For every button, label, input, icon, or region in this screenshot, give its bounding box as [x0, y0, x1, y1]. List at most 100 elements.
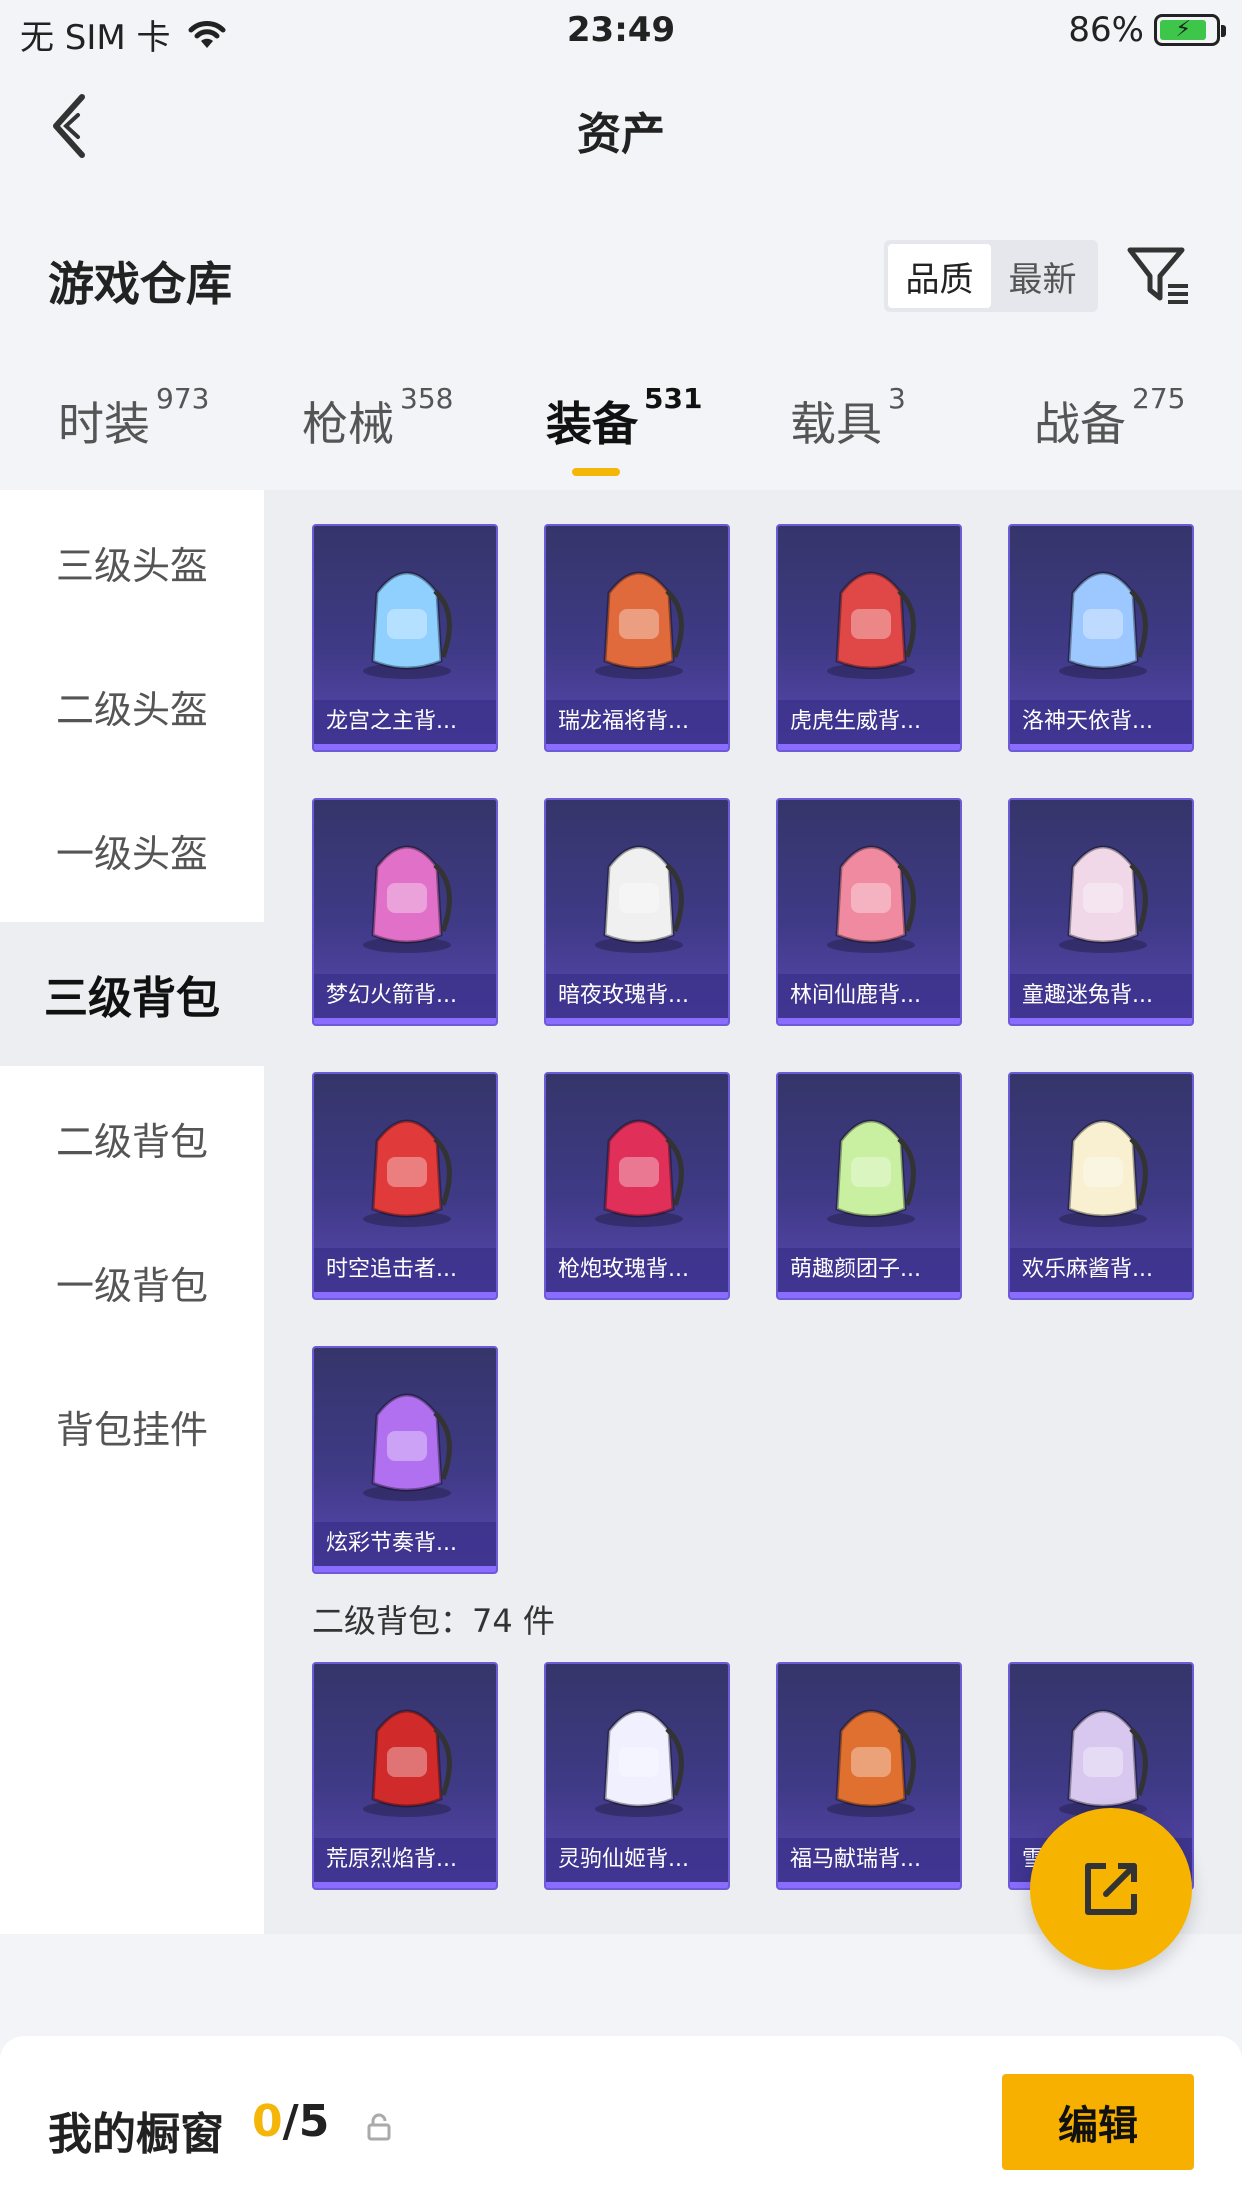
- rarity-bar: [1010, 1018, 1192, 1024]
- green-dumpling-backpack-icon: [778, 1074, 960, 1258]
- item-card[interactable]: 枪炮玫瑰背...: [544, 1072, 730, 1300]
- rarity-bar: [778, 1882, 960, 1888]
- sidebar-item-helmet-lv2[interactable]: 二级头盔: [0, 634, 264, 778]
- pink-rocket-backpack-icon: [314, 800, 496, 984]
- category-tabs: 时装 973 枪械 358 装备 531 载具 3 战备 275: [0, 382, 1242, 488]
- item-name: 虎虎生威背...: [778, 700, 960, 744]
- showcase-title: 我的橱窗: [48, 2109, 224, 2160]
- purple-graffiti-backpack-icon: [314, 1348, 496, 1532]
- item-name: 时空追击者...: [314, 1248, 496, 1292]
- blue-white-ribbon-backpack-icon: [1010, 526, 1192, 710]
- sidebar-item-helmet-lv3[interactable]: 三级头盔: [0, 490, 264, 634]
- item-name: 萌趣颜团子...: [778, 1248, 960, 1292]
- checkered-rabbit-backpack-icon: [1010, 800, 1192, 984]
- rarity-bar: [314, 1882, 496, 1888]
- page-title: 资产: [577, 109, 665, 160]
- rarity-bar: [546, 744, 728, 750]
- item-card[interactable]: 洛神天依背...: [1008, 524, 1194, 752]
- share-external-icon: [1085, 1863, 1137, 1915]
- warehouse-title: 游戏仓库: [48, 257, 232, 311]
- rarity-bar: [1010, 744, 1192, 750]
- tab-label: 枪械: [302, 397, 394, 451]
- tab-label: 战备: [1034, 397, 1126, 451]
- item-name: 福马献瑞背...: [778, 1838, 960, 1882]
- item-name: 童趣迷兔背...: [1010, 974, 1192, 1018]
- item-card[interactable]: 欢乐麻酱背...: [1008, 1072, 1194, 1300]
- red-dragon-armor-backpack-icon: [546, 526, 728, 710]
- rarity-bar: [778, 744, 960, 750]
- item-card[interactable]: 炫彩节奏背...: [312, 1346, 498, 1574]
- lock-icon: [367, 2113, 391, 2141]
- edit-button[interactable]: 编辑: [1002, 2074, 1194, 2170]
- rarity-bar: [778, 1018, 960, 1024]
- rarity-bar: [546, 1018, 728, 1024]
- item-card[interactable]: 时空追击者...: [312, 1072, 498, 1300]
- status-bar: 无 SIM 卡 23:49 86% ⚡: [0, 0, 1242, 62]
- blue-gold-staff-backpack-icon: [314, 526, 496, 710]
- battery-percent: 86%: [1068, 10, 1144, 50]
- red-rose-backpack-icon: [546, 1074, 728, 1258]
- item-name: 灵驹仙姬背...: [546, 1838, 728, 1882]
- section-label-backpack-lv2: 二级背包：74 件: [312, 1602, 555, 1640]
- showcase-count: 0/5: [252, 2096, 329, 2147]
- tab-combat-gear[interactable]: 战备 275: [1034, 382, 1185, 454]
- sidebar-item-backpack-lv2[interactable]: 二级背包: [0, 1066, 264, 1210]
- sidebar-item-helmet-lv1[interactable]: 一级头盔: [0, 778, 264, 922]
- sidebar-item-backpack-lv3[interactable]: 三级背包: [0, 922, 264, 1066]
- tab-fashion[interactable]: 时装 973: [58, 382, 209, 454]
- item-card[interactable]: 瑞龙福将背...: [544, 524, 730, 752]
- share-button[interactable]: [1030, 1808, 1192, 1970]
- item-name: 暗夜玫瑰背...: [546, 974, 728, 1018]
- tab-count: 358: [400, 382, 454, 415]
- tab-count: 973: [156, 382, 210, 415]
- item-name: 洛神天依背...: [1010, 700, 1192, 744]
- item-name: 龙宫之主背...: [314, 700, 496, 744]
- battery-icon: ⚡: [1154, 14, 1226, 46]
- red-hero-backpack-icon: [314, 1074, 496, 1258]
- tab-vehicles[interactable]: 载具 3: [790, 382, 906, 454]
- tab-label: 载具: [790, 397, 882, 451]
- red-tiger-backpack-icon: [778, 526, 960, 710]
- active-tab-indicator: [572, 468, 620, 476]
- tab-label: 装备: [546, 397, 638, 451]
- rarity-bar: [314, 744, 496, 750]
- tab-count: 3: [888, 382, 906, 415]
- filter-icon: [1127, 247, 1188, 304]
- rarity-bar: [314, 1566, 496, 1572]
- item-name: 林间仙鹿背...: [778, 974, 960, 1018]
- mahjong-tile-backpack-icon: [1010, 1074, 1192, 1258]
- item-card[interactable]: 荒原烈焰背...: [312, 1662, 498, 1890]
- tab-equipment[interactable]: 装备 531: [546, 382, 702, 454]
- item-card[interactable]: 灵驹仙姬背...: [544, 1662, 730, 1890]
- item-card[interactable]: 龙宫之主背...: [312, 524, 498, 752]
- tab-firearms[interactable]: 枪械 358: [302, 382, 453, 454]
- sidebar-item-backpack-lv1[interactable]: 一级背包: [0, 1210, 264, 1354]
- item-card[interactable]: 梦幻火箭背...: [312, 798, 498, 1026]
- showcase-total: /5: [282, 2096, 330, 2147]
- item-name: 梦幻火箭背...: [314, 974, 496, 1018]
- sort-quality-button[interactable]: 品质: [888, 244, 991, 308]
- tab-label: 时装: [58, 397, 150, 451]
- showcase-current: 0: [252, 2096, 283, 2147]
- sort-newest-button[interactable]: 最新: [991, 244, 1094, 308]
- item-name: 瑞龙福将背...: [546, 700, 728, 744]
- item-name: 荒原烈焰背...: [314, 1838, 496, 1882]
- subcategory-sidebar: 三级头盔 二级头盔 一级头盔 三级背包 二级背包 一级背包 背包挂件: [0, 490, 264, 1934]
- rarity-bar: [778, 1292, 960, 1298]
- item-card[interactable]: 福马献瑞背...: [776, 1662, 962, 1890]
- rarity-bar: [314, 1292, 496, 1298]
- showcase-bar: 我的橱窗 0/5 编辑: [0, 2036, 1242, 2208]
- item-card[interactable]: 萌趣颜团子...: [776, 1072, 962, 1300]
- rarity-bar: [546, 1292, 728, 1298]
- item-card[interactable]: 虎虎生威背...: [776, 524, 962, 752]
- white-moon-mirror-backpack-icon: [546, 1664, 728, 1848]
- item-card[interactable]: 童趣迷兔背...: [1008, 798, 1194, 1026]
- item-card[interactable]: 林间仙鹿背...: [776, 798, 962, 1026]
- item-card[interactable]: 暗夜玫瑰背...: [544, 798, 730, 1026]
- filter-button[interactable]: [1124, 240, 1194, 310]
- rarity-bar: [546, 1882, 728, 1888]
- tab-count: 275: [1132, 382, 1186, 415]
- tab-count: 531: [644, 382, 703, 415]
- red-black-flame-backpack-icon: [314, 1664, 496, 1848]
- sidebar-item-backpack-charm[interactable]: 背包挂件: [0, 1354, 264, 1498]
